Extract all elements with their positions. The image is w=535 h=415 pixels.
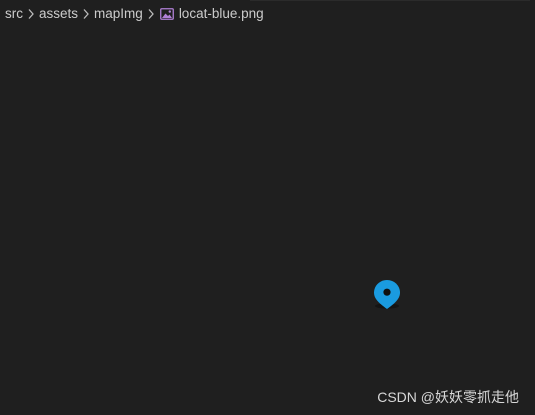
- location-pin-icon: [374, 280, 400, 309]
- chevron-right-icon: [143, 0, 159, 28]
- breadcrumb: src assets mapImg locat-blue.png: [0, 0, 264, 28]
- breadcrumb-item-assets[interactable]: assets: [39, 0, 78, 28]
- breadcrumb-item-mapimg[interactable]: mapImg: [94, 0, 143, 28]
- watermark: CSDN @妖妖零抓走他: [377, 389, 519, 405]
- image-file-icon: [159, 0, 175, 28]
- image-preview: [370, 277, 404, 311]
- chevron-right-icon: [78, 0, 94, 28]
- image-preview-editor: { "breadcrumb": { "items": ["src", "asse…: [0, 0, 535, 415]
- tab-bar-bottom-border: [250, 0, 530, 1]
- breadcrumb-item-src[interactable]: src: [5, 0, 23, 28]
- chevron-right-icon: [23, 0, 39, 28]
- breadcrumb-item-file[interactable]: locat-blue.png: [179, 0, 264, 28]
